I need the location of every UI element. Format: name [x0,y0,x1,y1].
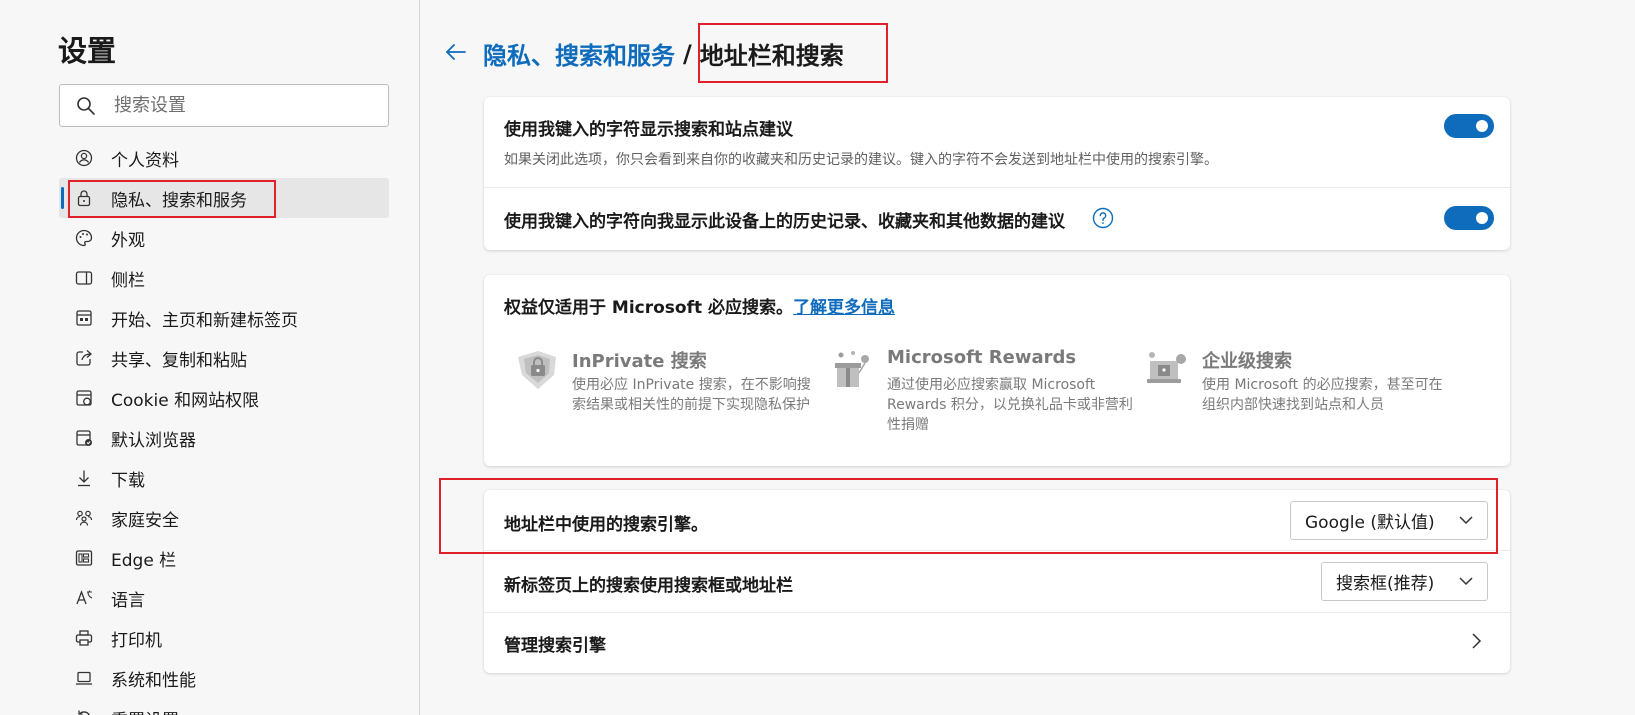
show-suggestions-toggle[interactable] [1444,114,1494,138]
divider [484,187,1510,188]
family-icon [75,510,93,526]
cookie-icon [76,390,92,406]
benefit-title: InPrivate 搜索 [572,351,707,372]
settings-sidebar: 设置 个人资料 隐私、搜索和服务 外观 [0,0,420,715]
bing-benefits-card: 权益仅适用于 Microsoft 必应搜索。了解更多信息 InPrivate 搜… [484,275,1510,466]
laptop-icon [76,671,92,685]
sidebar-item-label: Edge 栏 [111,550,177,571]
breadcrumb-separator: / [683,39,692,68]
browser-icon [76,430,92,446]
suggestions-card: 使用我键入的字符显示搜索和站点建议 如果关闭此选项，你只会看到来自你的收藏夹和历… [484,97,1510,250]
share-icon [76,350,92,366]
toggle-knob [1476,212,1488,224]
sidebar-item-appearance[interactable]: 外观 [59,218,389,258]
chevron-right-icon[interactable] [1470,632,1482,650]
sidebar-item-label: 系统和性能 [111,670,196,691]
sidebar-item-system[interactable]: 系统和性能 [59,658,389,698]
sidebar-item-label: 家庭安全 [111,510,179,531]
sidebar-item-label: 默认浏览器 [111,430,196,451]
settings-search-box[interactable] [59,84,389,127]
divider [484,612,1510,613]
download-icon [78,470,90,487]
sidebar-item-label: 共享、复制和粘贴 [111,350,247,371]
highlight-box [698,23,888,83]
learn-more-link[interactable]: 了解更多信息 [793,298,895,318]
history-suggestions-toggle[interactable] [1444,206,1494,230]
breadcrumb-parent-link[interactable]: 隐私、搜索和服务 [483,36,675,71]
rewards-gift-icon [835,351,869,387]
sidebar-item-label: 个人资料 [111,150,179,171]
edge-bar-icon [75,550,93,566]
highlight-box [68,180,276,218]
show-suggestions-desc: 如果关闭此选项，你只会看到来自你的收藏夹和历史记录的建议。键入的字符不会发送到地… [504,152,1218,168]
main-content: 隐私、搜索和服务 / 地址栏和搜索 使用我键入的字符显示搜索和站点建议 如果关闭… [421,0,1635,715]
active-indicator [61,187,64,209]
sidebar-item-sidebar[interactable]: 侧栏 [59,258,389,298]
highlight-box [439,478,1498,554]
help-icon[interactable] [1092,207,1114,229]
show-suggestions-title: 使用我键入的字符显示搜索和站点建议 [504,120,793,140]
benefit-desc: 使用 Microsoft 的必应搜索，甚至可在组织内部快速找到站点和人员 [1202,377,1443,413]
sidebar-item-language[interactable]: 语言 [59,578,389,618]
sidebar-item-default-browser[interactable]: 默认浏览器 [59,418,389,458]
sidebar-item-label: Cookie 和网站权限 [111,390,260,411]
select-value: 搜索框(推荐) [1336,574,1435,594]
sidebar-item-label: 重置设置 [111,706,179,715]
new-tab-search-title: 新标签页上的搜索使用搜索框或地址栏 [504,576,793,596]
sidebar-item-edge-bar[interactable]: Edge 栏 [59,538,389,578]
home-tab-icon [76,310,92,326]
sidebar-item-label: 打印机 [111,630,162,651]
search-icon [77,97,95,115]
profile-icon [75,149,93,167]
sidebar-title: 设置 [58,34,117,68]
settings-search-input[interactable] [114,85,374,126]
settings-nav: 个人资料 隐私、搜索和服务 外观 侧栏 开始、主页和新建标签页 共享、复制和粘贴… [59,138,389,715]
sidebar-item-reset[interactable]: 重置设置 [59,698,389,715]
language-icon [76,590,93,605]
new-tab-search-select[interactable]: 搜索框(推荐) [1321,562,1488,601]
inprivate-search-icon [518,351,556,389]
sidebar-item-label: 侧栏 [111,270,145,291]
sidebar-item-family[interactable]: 家庭安全 [59,498,389,538]
sidebar-item-cookies[interactable]: Cookie 和网站权限 [59,378,389,418]
sidebar-item-label: 下载 [111,470,145,491]
benefit-title: 企业级搜索 [1202,351,1292,372]
printer-icon [75,630,93,646]
benefits-heading-text: 权益仅适用于 Microsoft 必应搜索。 [504,298,794,318]
chevron-down-icon [1459,577,1473,586]
palette-icon [75,229,93,247]
sidebar-item-share[interactable]: 共享、复制和粘贴 [59,338,389,378]
enterprise-search-icon [1147,352,1186,383]
reset-icon [78,710,90,715]
sidebar-item-label: 语言 [111,590,145,611]
manage-search-engines-title[interactable]: 管理搜索引擎 [504,631,606,656]
sidebar-item-label: 开始、主页和新建标签页 [111,310,298,331]
sidebar-item-profile[interactable]: 个人资料 [59,138,389,178]
sidebar-item-label: 外观 [111,230,145,251]
benefit-desc: 通过使用必应搜索赢取 Microsoft Rewards 积分，以兑换礼品卡或非… [887,377,1133,433]
sidebar-icon [75,271,93,285]
history-suggestions-title: 使用我键入的字符向我显示此设备上的历史记录、收藏夹和其他数据的建议 [504,212,1065,232]
toggle-knob [1476,120,1488,132]
benefits-heading: 权益仅适用于 Microsoft 必应搜索。了解更多信息 [504,293,895,318]
sidebar-item-printers[interactable]: 打印机 [59,618,389,658]
benefit-desc: 使用必应 InPrivate 搜索，在不影响搜索结果或相关性的前提下实现隐私保护 [572,377,811,413]
sidebar-item-downloads[interactable]: 下载 [59,458,389,498]
benefit-title: Microsoft Rewards [887,347,1077,368]
sidebar-item-start-home[interactable]: 开始、主页和新建标签页 [59,298,389,338]
back-arrow-icon[interactable] [444,40,468,64]
